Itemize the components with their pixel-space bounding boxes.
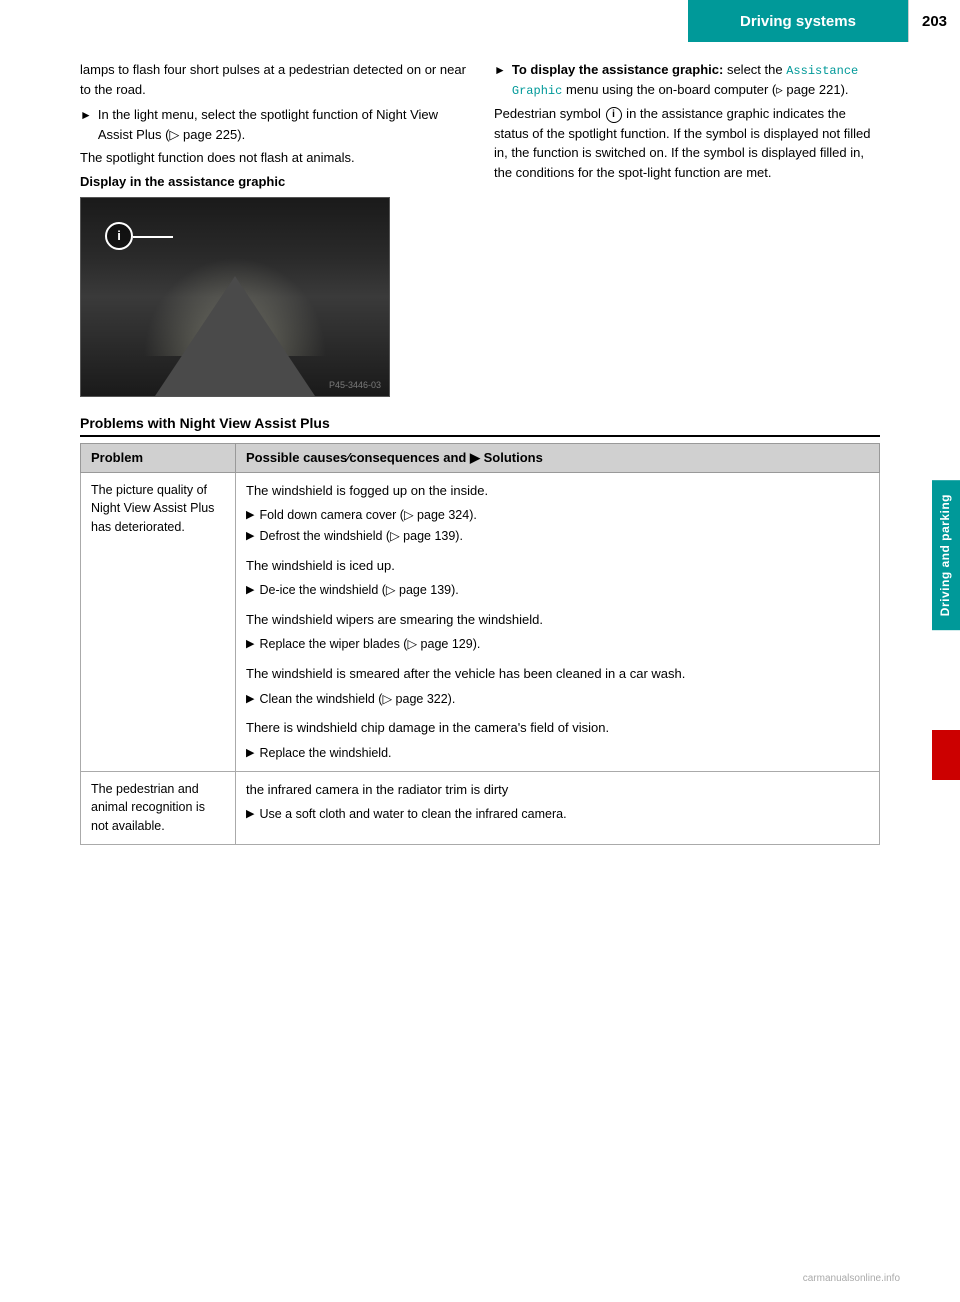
header-right: Driving systems 203 (688, 0, 960, 42)
to-display-text: To display the assistance graphic: selec… (512, 60, 880, 100)
night-view-symbol: i (105, 222, 133, 250)
intro-text: lamps to flash four short pulses at a pe… (80, 60, 466, 99)
table-bullet-arrow: ▶ (246, 582, 254, 599)
spotlight-note: The spotlight function does not flash at… (80, 148, 466, 168)
table-section: There is windshield chip damage in the c… (246, 718, 869, 762)
to-display-text3: menu using the on-board computer (▹ page… (566, 82, 849, 97)
table-bullet-arrow: ▶ (246, 507, 254, 524)
table-bullet: ▶ Fold down camera cover (▷ page 324). (246, 506, 869, 525)
table-bullet-arrow: ▶ (246, 745, 254, 762)
night-view-image: i P45-3446-03 (80, 197, 390, 397)
left-column: lamps to flash four short pulses at a pe… (80, 60, 466, 397)
table-bullet: ▶ Clean the windshield (▷ page 322). (246, 690, 869, 709)
solutions-text: The windshield is smeared after the vehi… (246, 664, 869, 684)
night-view-line (133, 236, 173, 238)
to-display-bullet: ► To display the assistance graphic: sel… (494, 60, 880, 100)
to-display-text2: select the (727, 62, 786, 77)
night-view-watermark: P45-3446-03 (329, 380, 381, 390)
table-bullet-text: Replace the windshield. (259, 744, 391, 763)
table-body: The picture quality of Night View Assist… (81, 472, 880, 844)
table-cell-problem: The picture quality of Night View Assist… (81, 472, 236, 771)
table-bullet-text: Fold down camera cover (▷ page 324). (259, 506, 476, 525)
table-cell-solutions: The windshield is fogged up on the insid… (236, 472, 880, 771)
table-bullet-text: Defrost the windshield (▷ page 139). (259, 527, 462, 546)
header-title: Driving systems (688, 0, 908, 42)
side-tab-label: Driving and parking (932, 480, 960, 630)
table-bullet-text: Clean the windshield (▷ page 322). (259, 690, 455, 709)
night-view-road (155, 276, 315, 396)
table-bullet: ▶ Replace the windshield. (246, 744, 869, 763)
table-bullet-arrow: ▶ (246, 691, 254, 708)
bullet-arrow-2: ► (494, 61, 506, 79)
table-section: The windshield is fogged up on the insid… (246, 481, 869, 546)
table-bullet: ▶ De-ice the windshield (▷ page 139). (246, 581, 869, 600)
two-col-layout: lamps to flash four short pulses at a pe… (80, 60, 880, 397)
solutions-text: the infrared camera in the radiator trim… (246, 780, 869, 800)
table-cell-solutions: the infrared camera in the radiator trim… (236, 771, 880, 844)
header-bar: Driving systems 203 (0, 0, 960, 42)
table-section: the infrared camera in the radiator trim… (246, 780, 869, 824)
table-bullet-arrow: ▶ (246, 806, 254, 823)
to-display-bold: To display the assistance graphic: (512, 62, 723, 77)
table-bullet-text: Replace the wiper blades (▷ page 129). (259, 635, 480, 654)
solutions-text: The windshield is fogged up on the insid… (246, 481, 869, 501)
table-bullet: ▶ Use a soft cloth and water to clean the… (246, 805, 869, 824)
table-bullet-text: Use a soft cloth and water to clean the … (259, 805, 566, 824)
table-header-row: Problem Possible causes∕consequences and… (81, 443, 880, 472)
display-heading: Display in the assistance graphic (80, 174, 466, 189)
table-cell-problem: The pedestrian and animal recognition is… (81, 771, 236, 844)
solutions-text: There is windshield chip damage in the c… (246, 718, 869, 738)
bullet-arrow-1: ► (80, 106, 92, 124)
table-header: Problem Possible causes∕consequences and… (81, 443, 880, 472)
table-bullet: ▶ Defrost the windshield (▷ page 139). (246, 527, 869, 546)
bullet-spotlight-text: In the light menu, select the spotlight … (98, 105, 466, 144)
table-row: The picture quality of Night View Assist… (81, 472, 880, 771)
solutions-text: The windshield is iced up. (246, 556, 869, 576)
table-section: The windshield wipers are smearing the w… (246, 610, 869, 654)
table-bullet: ▶ Replace the wiper blades (▷ page 129). (246, 635, 869, 654)
problems-table: Problem Possible causes∕consequences and… (80, 443, 880, 845)
bottom-watermark: carmanualsonline.info (803, 1273, 900, 1284)
col1-header: Problem (81, 443, 236, 472)
solutions-text: The windshield wipers are smearing the w… (246, 610, 869, 630)
table-bullet-arrow: ▶ (246, 528, 254, 545)
pedestrian-text: Pedestrian symbol i in the assistance gr… (494, 104, 880, 182)
pedestrian-symbol: i (606, 107, 622, 123)
right-column: ► To display the assistance graphic: sel… (494, 60, 880, 397)
table-section: The windshield is iced up. ▶ De-ice the wi… (246, 556, 869, 600)
table-bullet-arrow: ▶ (246, 636, 254, 653)
col2-header: Possible causes∕consequences and ▶ Solut… (236, 443, 880, 472)
main-content: lamps to flash four short pulses at a pe… (0, 42, 932, 863)
table-row: The pedestrian and animal recognition is… (81, 771, 880, 844)
side-tab-red-marker (932, 730, 960, 780)
page-number: 203 (908, 0, 960, 42)
table-section: The windshield is smeared after the vehi… (246, 664, 869, 708)
table-bullet-text: De-ice the windshield (▷ page 139). (259, 581, 458, 600)
problems-heading: Problems with Night View Assist Plus (80, 415, 880, 437)
bullet-spotlight: ► In the light menu, select the spotligh… (80, 105, 466, 144)
